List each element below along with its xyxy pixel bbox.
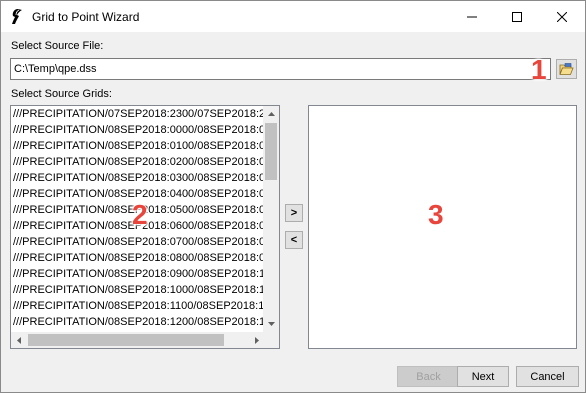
maximize-button[interactable] — [494, 1, 539, 32]
minimize-button[interactable] — [449, 1, 494, 32]
grid-list-item[interactable]: ///PRECIPITATION/08SEP2018:0300/08SEP201… — [11, 170, 265, 186]
grid-list-item[interactable]: ///PRECIPITATION/08SEP2018:0800/08SEP201… — [11, 250, 265, 266]
window-title: Grid to Point Wizard — [32, 10, 140, 24]
folder-open-icon — [559, 62, 574, 75]
browse-file-button[interactable] — [556, 59, 577, 79]
cancel-button[interactable]: Cancel — [516, 366, 579, 387]
source-file-input[interactable] — [10, 58, 551, 80]
vertical-scrollbar[interactable] — [263, 106, 279, 332]
horizontal-scroll-thumb[interactable] — [28, 334, 224, 346]
chevron-down-icon — [267, 322, 275, 326]
scroll-corner — [263, 332, 279, 348]
grid-list-item[interactable]: ///PRECIPITATION/08SEP2018:0900/08SEP201… — [11, 266, 265, 282]
wizard-window: Grid to Point Wizard Select Source File:… — [0, 0, 586, 393]
app-icon — [10, 8, 24, 25]
maximize-icon — [511, 11, 522, 22]
minimize-icon — [466, 16, 477, 17]
next-button[interactable]: Next — [457, 366, 509, 387]
remove-grid-label: < — [290, 233, 298, 246]
back-button[interactable]: Back — [397, 366, 460, 387]
source-file-label: Select Source File: — [11, 40, 104, 52]
grid-list-item[interactable]: ///PRECIPITATION/08SEP2018:0100/08SEP201… — [11, 138, 265, 154]
add-grid-label: > — [290, 206, 298, 219]
grid-list-item[interactable]: ///PRECIPITATION/08SEP2018:0200/08SEP201… — [11, 154, 265, 170]
annotation-3: 3 — [428, 199, 444, 230]
vertical-scroll-thumb[interactable] — [265, 123, 277, 180]
annotation-1: 1 — [531, 54, 547, 85]
grid-list-item[interactable]: ///PRECIPITATION/08SEP2018:0000/08SEP201… — [11, 122, 265, 138]
chevron-right-icon — [255, 336, 259, 344]
scroll-down-button[interactable] — [263, 316, 279, 332]
scroll-left-button[interactable] — [11, 332, 27, 348]
grid-list-item[interactable]: ///PRECIPITATION/08SEP2018:1100/08SEP201… — [11, 298, 265, 314]
close-button[interactable] — [539, 1, 584, 32]
grid-list-item[interactable]: ///PRECIPITATION/08SEP2018:1000/08SEP201… — [11, 282, 265, 298]
remove-grid-button[interactable]: < — [285, 231, 303, 249]
scroll-up-button[interactable] — [263, 106, 279, 122]
add-grid-button[interactable]: > — [285, 204, 303, 222]
grid-list-item[interactable]: ///PRECIPITATION/07SEP2018:2300/07SEP201… — [11, 106, 265, 122]
chevron-up-icon — [267, 112, 275, 116]
horizontal-scrollbar[interactable] — [11, 332, 265, 348]
grid-list-item[interactable]: ///PRECIPITATION/08SEP2018:0700/08SEP201… — [11, 234, 265, 250]
chevron-left-icon — [17, 336, 21, 344]
grid-list-item[interactable]: ///PRECIPITATION/08SEP2018:1200/08SEP201… — [11, 314, 265, 330]
title-bar[interactable]: Grid to Point Wizard — [1, 1, 585, 32]
annotation-2: 2 — [132, 199, 148, 230]
source-grids-label: Select Source Grids: — [11, 88, 112, 100]
close-icon — [556, 11, 567, 22]
